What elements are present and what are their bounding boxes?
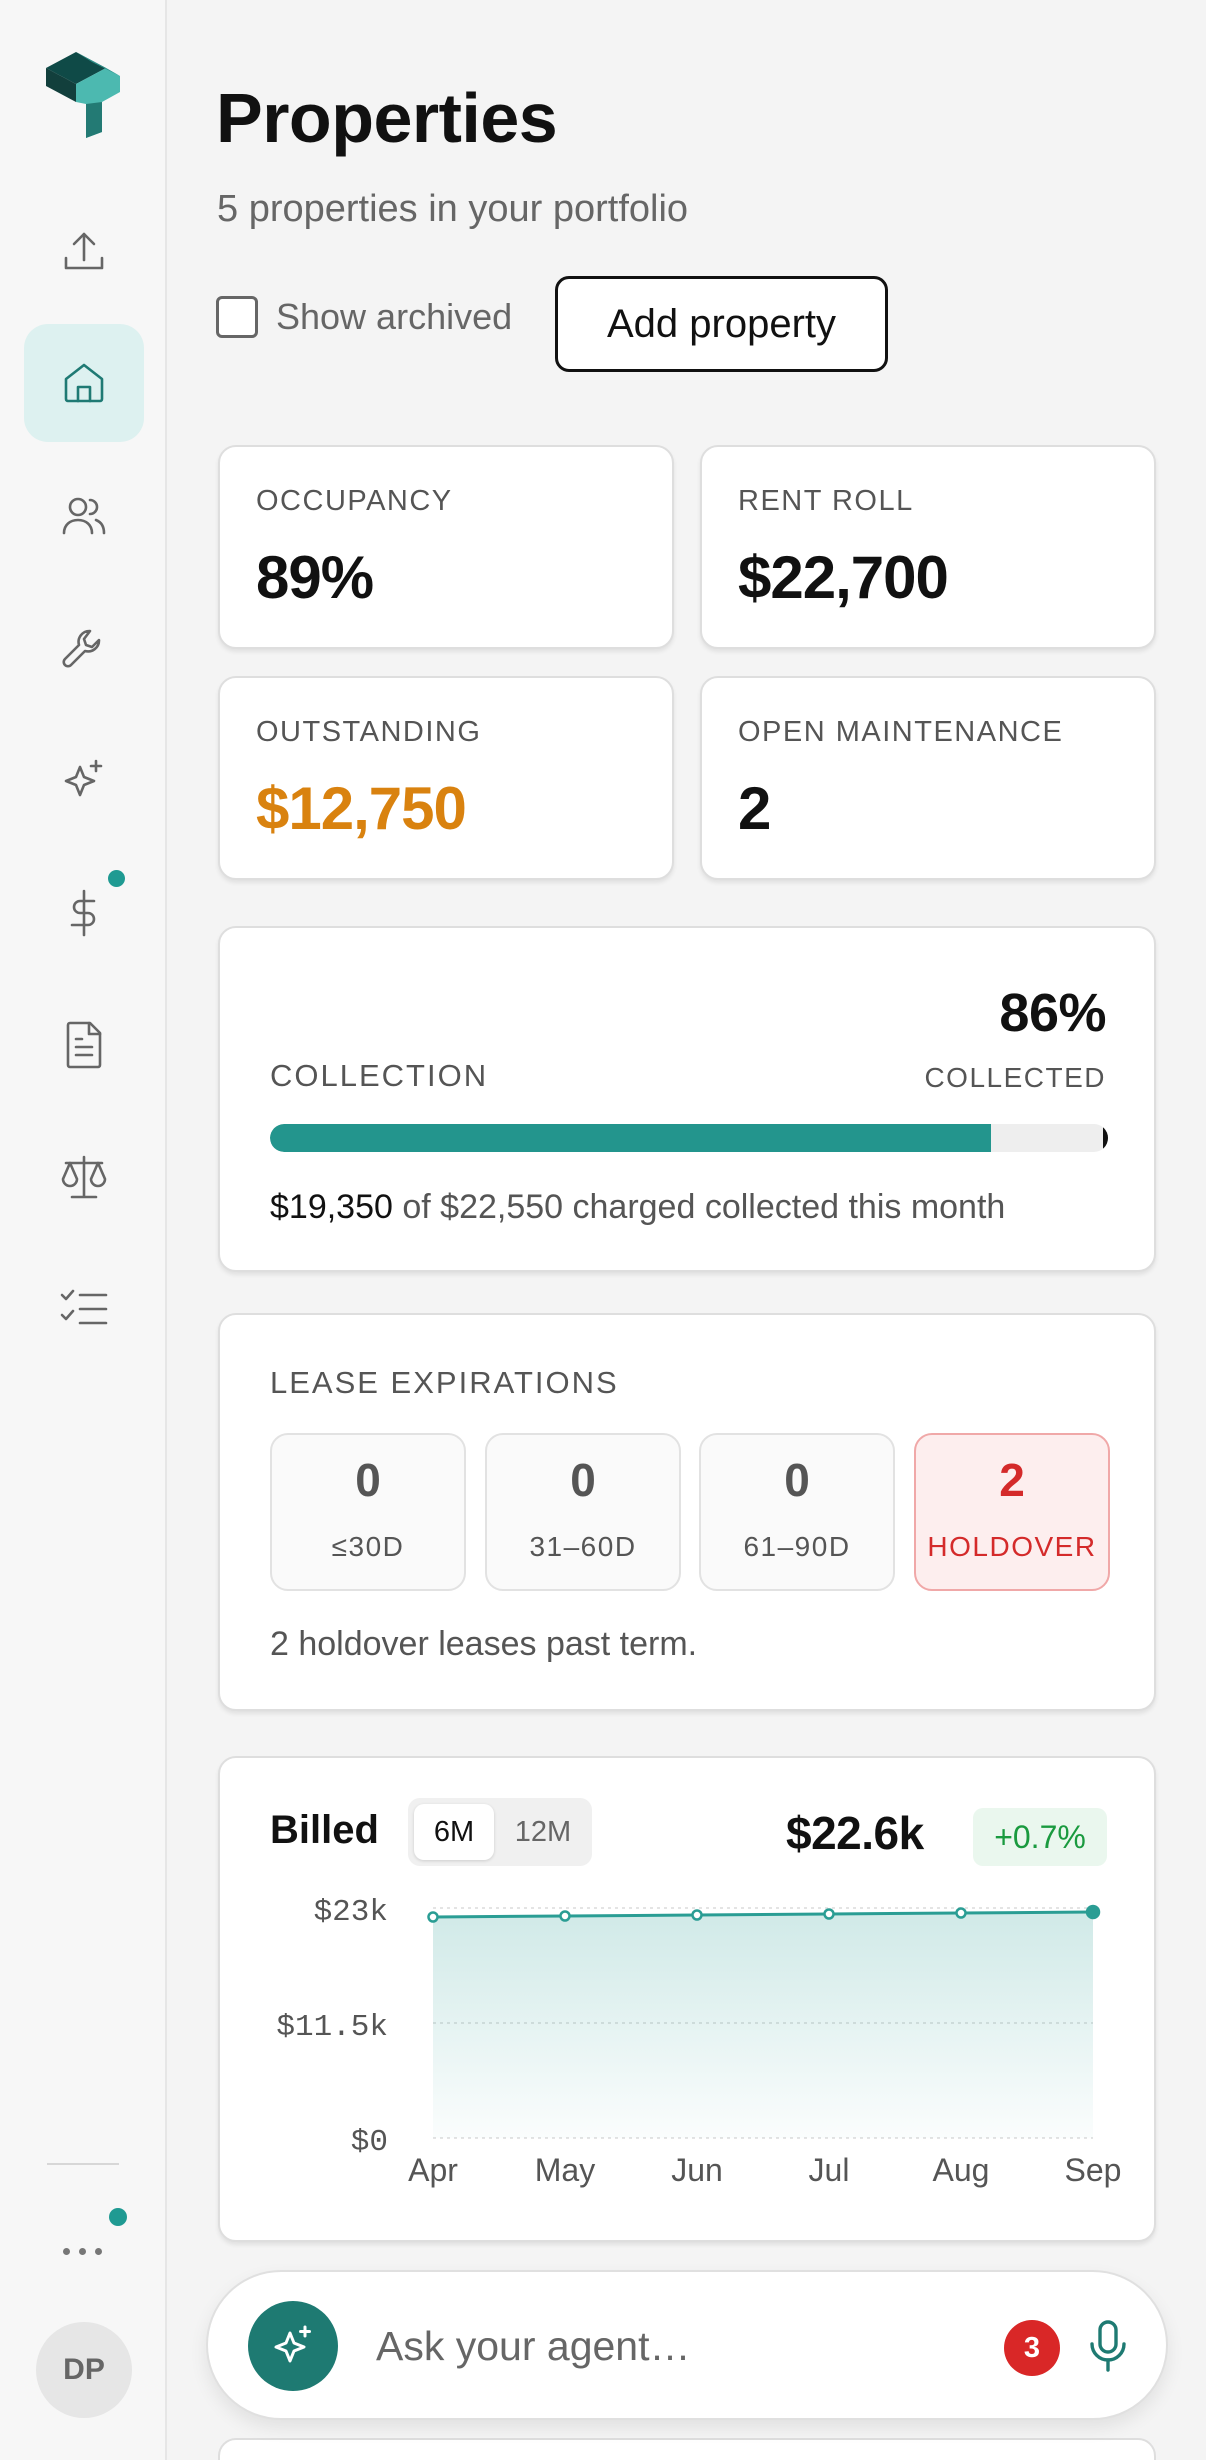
chart-point: [559, 1910, 571, 1922]
chart-area-fill: [433, 1912, 1093, 2138]
stat-card-occupancy: OCCUPANCY 89%: [218, 445, 674, 649]
lease-bucket-label: HOLDOVER: [927, 1531, 1097, 1562]
sparkle-icon: [274, 2325, 311, 2363]
sidebar-item-tenants[interactable]: [24, 458, 144, 576]
stat-card-open-maintenance: OPEN MAINTENANCE 2: [700, 676, 1156, 880]
sidebar-item-payments[interactable]: [24, 854, 144, 972]
wrench-icon: [62, 629, 101, 668]
collected-label: COLLECTED: [924, 1062, 1106, 1093]
collection-progress-bar: [270, 1124, 1108, 1152]
home-icon: [64, 363, 104, 403]
next-card-peek: [218, 2438, 1156, 2460]
collection-progress-end: [1103, 1124, 1108, 1152]
stat-value: 2: [738, 775, 771, 842]
y-tick-label: $0: [351, 2125, 388, 2160]
collection-card: 86% COLLECTION COLLECTED $19,350 of $22,…: [218, 926, 1156, 1272]
dollar-icon: [70, 889, 96, 937]
stat-value: $12,750: [256, 775, 467, 842]
sidebar-item-tasks[interactable]: [24, 1250, 144, 1368]
lease-bucket-label: 61–90D: [743, 1531, 851, 1562]
show-archived-label[interactable]: Show archived: [276, 296, 512, 338]
x-tick-label: May: [535, 2152, 595, 2188]
sidebar-item-ai[interactable]: [24, 722, 144, 840]
lease-bucket-30d[interactable]: 0 ≤30D: [270, 1433, 466, 1591]
lease-bucket-label: ≤30D: [331, 1531, 405, 1562]
stat-card-outstanding: OUTSTANDING $12,750: [218, 676, 674, 880]
collection-percent: 86%: [999, 983, 1106, 1043]
microphone-icon[interactable]: [1084, 2318, 1132, 2374]
stat-value: 89%: [256, 544, 374, 611]
stat-label: OPEN MAINTENANCE: [738, 716, 1064, 748]
lease-bucket-count: 0: [784, 1454, 810, 1506]
sidebar-item-maintenance[interactable]: [24, 590, 144, 708]
x-tick-label: Jun: [671, 2152, 723, 2188]
payments-notification-dot: [108, 870, 125, 887]
sidebar-item-properties[interactable]: [24, 324, 144, 442]
page-title: Properties: [216, 79, 558, 157]
sidebar-item-legal[interactable]: [24, 1118, 144, 1236]
chart-point: [1085, 1904, 1101, 1920]
upload-icon: [64, 232, 104, 270]
stat-label: OUTSTANDING: [256, 716, 482, 748]
collection-summary-rest: of $22,550 charged collected this month: [402, 1188, 1006, 1226]
lease-bucket-count: 0: [355, 1454, 381, 1506]
sidebar: DP: [0, 0, 167, 2460]
collected-amount: $19,350: [270, 1188, 393, 1226]
show-archived-checkbox[interactable]: [216, 296, 258, 338]
chart-point: [427, 1911, 439, 1923]
y-tick-label: $11.5k: [276, 2010, 388, 2045]
x-tick-label: Apr: [408, 2152, 458, 2188]
sparkle-icon: [64, 759, 103, 797]
stat-value: $22,700: [738, 544, 949, 611]
x-tick-label: Jul: [809, 2152, 850, 2188]
chart-point: [691, 1909, 703, 1921]
agent-input[interactable]: [376, 2316, 956, 2376]
agent-bar: 3: [206, 2270, 1168, 2420]
page-subtitle: 5 properties in your portfolio: [217, 188, 689, 230]
lease-expirations-note: 2 holdover leases past term.: [270, 1625, 698, 1663]
sidebar-item-documents[interactable]: [24, 986, 144, 1104]
lease-expirations-label: LEASE EXPIRATIONS: [270, 1365, 619, 1400]
sidebar-divider: [47, 2163, 119, 2165]
chart-point: [823, 1908, 835, 1920]
stat-label: OCCUPANCY: [256, 485, 453, 517]
checklist-icon: [60, 1289, 108, 1325]
document-icon: [66, 1021, 102, 1069]
lease-bucket-90d[interactable]: 0 61–90D: [699, 1433, 895, 1591]
x-tick-label: Aug: [933, 2152, 990, 2188]
lease-bucket-60d[interactable]: 0 31–60D: [485, 1433, 681, 1591]
agent-notification-badge[interactable]: 3: [1004, 2320, 1060, 2376]
collection-progress-fill: [270, 1124, 991, 1152]
sidebar-item-upload[interactable]: [24, 193, 144, 311]
chart-point: [955, 1907, 967, 1919]
lease-bucket-count: 0: [570, 1454, 596, 1506]
collection-label: COLLECTION: [270, 1058, 489, 1093]
app-logo[interactable]: [42, 46, 124, 138]
lease-expirations-card: LEASE EXPIRATIONS 0 ≤30D 0 31–60D 0 61–9…: [218, 1313, 1156, 1711]
agent-sparkle-button[interactable]: [248, 2301, 338, 2391]
y-tick-label: $23k: [314, 1895, 388, 1930]
scale-icon: [61, 1155, 107, 1199]
more-button[interactable]: [40, 2228, 124, 2274]
lease-bucket-label: 31–60D: [529, 1531, 637, 1562]
avatar[interactable]: DP: [36, 2322, 132, 2418]
stat-label: RENT ROLL: [738, 485, 914, 517]
show-archived-toggle[interactable]: Show archived: [216, 296, 512, 338]
x-tick-label: Sep: [1065, 2152, 1122, 2188]
lease-bucket-holdover[interactable]: 2 HOLDOVER: [914, 1433, 1110, 1591]
users-icon: [62, 497, 106, 535]
more-notification-dot: [109, 2208, 127, 2226]
billed-chart-card: Billed 6M 12M $22.6k +0.7% $23k $11.5k $0 A…: [218, 1756, 1156, 2242]
add-property-button[interactable]: Add property: [555, 276, 888, 372]
stat-card-rent-roll: RENT ROLL $22,700: [700, 445, 1156, 649]
billed-area-chart: $23k $11.5k $0 Apr May Jun Jul Aug Sep: [276, 1895, 1122, 2188]
collection-summary: $19,350 of $22,550 charged collected thi…: [270, 1188, 1005, 1227]
lease-bucket-count: 2: [999, 1454, 1025, 1506]
